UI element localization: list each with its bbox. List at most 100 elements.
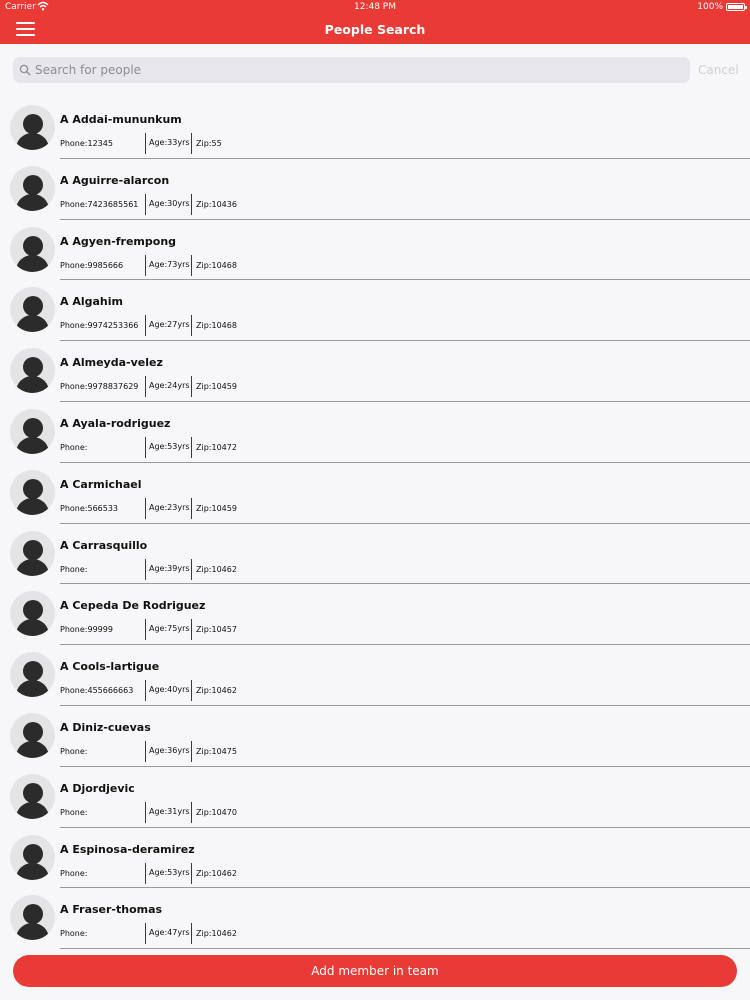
person-phone: Phone:9978837629: [60, 382, 139, 392]
page-title: People Search: [324, 22, 426, 37]
person-age: Age:24yrs: [149, 381, 190, 391]
list-item[interactable]: A Ayala-rodriguez Phone: Age:53yrs Zip:1047…: [0, 402, 750, 463]
divider: [145, 680, 146, 702]
person-age: Age:23yrs: [149, 502, 190, 512]
list-item[interactable]: A Almeyda-velez Phone:9978837629 Age:24yrs…: [0, 341, 750, 402]
search-icon: [19, 64, 31, 76]
person-zip: Zip:10459: [196, 382, 237, 392]
person-zip: Zip:10436: [196, 199, 237, 209]
search-bar: [13, 57, 690, 83]
person-name: A Algahim: [60, 295, 123, 309]
person-name: A Cools-lartigue: [60, 660, 160, 674]
person-phone: Phone:: [60, 442, 88, 452]
avatar-icon: [10, 834, 55, 880]
person-age: Age:33yrs: [149, 138, 190, 147]
person-zip: Zip:10457: [196, 625, 237, 635]
person-age: Age:27yrs: [149, 320, 190, 330]
add-member-button[interactable]: Add member in team: [13, 955, 737, 987]
list-item[interactable]: A Espinosa-deramirez Phone: Age:53yrs Zip:1…: [0, 828, 750, 889]
divider: [191, 193, 192, 215]
person-name: A Cepeda De Rodriguez: [60, 599, 206, 613]
list-item[interactable]: A Algahim Phone:9974253366 Age:27yrs Zip:10…: [0, 280, 750, 342]
person-zip: Zip:10468: [196, 260, 237, 270]
divider: [191, 680, 192, 702]
avatar-icon: [10, 591, 55, 637]
divider: [191, 376, 192, 398]
divider: [145, 376, 146, 398]
list-item[interactable]: A Fraser-thomas Phone: Age:47yrs Zip:10462: [0, 888, 750, 950]
list-item[interactable]: A Carmichael Phone:566533 Age:23yrs Zip:104…: [0, 463, 750, 524]
avatar-icon: [10, 652, 55, 698]
person-name: A Djordjevic: [60, 781, 135, 795]
divider: [191, 801, 192, 823]
people-list[interactable]: A Addai-mununkum Phone:12345 Age:33yrs Zip:…: [0, 98, 750, 950]
person-phone: Phone:566533: [60, 503, 119, 513]
list-item[interactable]: A Agyen-frempong Phone:9985666 Age:73yrs Zi…: [0, 220, 750, 281]
person-phone: Phone:99999: [60, 625, 113, 635]
person-name: A Carrasquillo: [60, 538, 148, 552]
person-name: A Aguirre-alarcon: [60, 173, 170, 187]
person-phone: Phone:: [60, 746, 88, 756]
divider: [145, 133, 146, 154]
divider: [191, 862, 192, 884]
avatar-icon: [10, 287, 55, 333]
avatar-icon: [10, 895, 55, 941]
cancel-button[interactable]: Cancel: [698, 63, 739, 77]
avatar-icon: [10, 226, 55, 272]
person-phone: Phone:12345: [60, 139, 113, 148]
divider: [191, 254, 192, 276]
list-item[interactable]: A Djordjevic Phone: Age:31yrs Zip:10470: [0, 767, 750, 828]
person-age: Age:39yrs: [149, 563, 190, 573]
list-item[interactable]: A Diniz-cuevas Phone: Age:36yrs Zip:10475: [0, 706, 750, 767]
divider: [145, 619, 146, 641]
divider: [145, 315, 146, 337]
person-zip: Zip:10462: [196, 564, 237, 574]
person-phone: Phone:9974253366: [60, 321, 139, 331]
divider: [145, 558, 146, 580]
divider: [145, 923, 146, 945]
divider: [191, 315, 192, 337]
person-name: A Addai-mununkum: [60, 113, 182, 126]
person-age: Age:73yrs: [149, 259, 190, 269]
person-age: Age:30yrs: [149, 198, 190, 208]
avatar-icon: [10, 469, 55, 515]
avatar-icon: [10, 408, 55, 454]
divider: [145, 740, 146, 762]
divider: [191, 619, 192, 641]
divider: [145, 193, 146, 215]
divider: [145, 436, 146, 458]
person-age: Age:75yrs: [149, 624, 190, 634]
avatar-icon: [10, 348, 55, 394]
divider: [191, 558, 192, 580]
divider: [145, 254, 146, 276]
divider: [191, 436, 192, 458]
person-phone: Phone:: [60, 929, 88, 939]
person-age: Age:31yrs: [149, 806, 190, 816]
list-item[interactable]: A Cepeda De Rodriguez Phone:99999 Age:75yr…: [0, 584, 750, 646]
avatar-icon: [10, 530, 55, 576]
person-phone: Phone:9985666: [60, 260, 124, 270]
status-time: 12:48 PM: [354, 2, 396, 12]
list-item[interactable]: A Aguirre-alarcon Phone:7423685561 Age:30y…: [0, 159, 750, 220]
person-phone: Phone:7423685561: [60, 199, 139, 209]
person-zip: Zip:10462: [196, 868, 237, 878]
person-phone: Phone:: [60, 868, 88, 878]
divider: [191, 497, 192, 519]
person-zip: Zip:55: [196, 139, 222, 148]
divider: [145, 497, 146, 519]
search-input[interactable]: [35, 60, 675, 80]
person-phone: Phone:: [60, 564, 88, 574]
person-zip: Zip:10470: [196, 807, 237, 817]
person-name: A Fraser-thomas: [60, 903, 163, 917]
person-age: Age:36yrs: [149, 745, 190, 755]
avatar-icon: [10, 165, 55, 211]
list-item[interactable]: A Carrasquillo Phone: Age:39yrs Zip:10462: [0, 524, 750, 585]
person-name: A Ayala-rodriguez: [60, 416, 171, 430]
divider: [145, 862, 146, 884]
person-phone: Phone:: [60, 807, 88, 817]
person-age: Age:47yrs: [149, 928, 190, 938]
battery-icon: [726, 3, 747, 11]
list-item[interactable]: A Addai-mununkum Phone:12345 Age:33yrs Zip:…: [0, 98, 750, 159]
person-zip: Zip:10462: [196, 686, 237, 696]
list-item[interactable]: A Cools-lartigue Phone:455666663 Age:40yrs…: [0, 645, 750, 706]
